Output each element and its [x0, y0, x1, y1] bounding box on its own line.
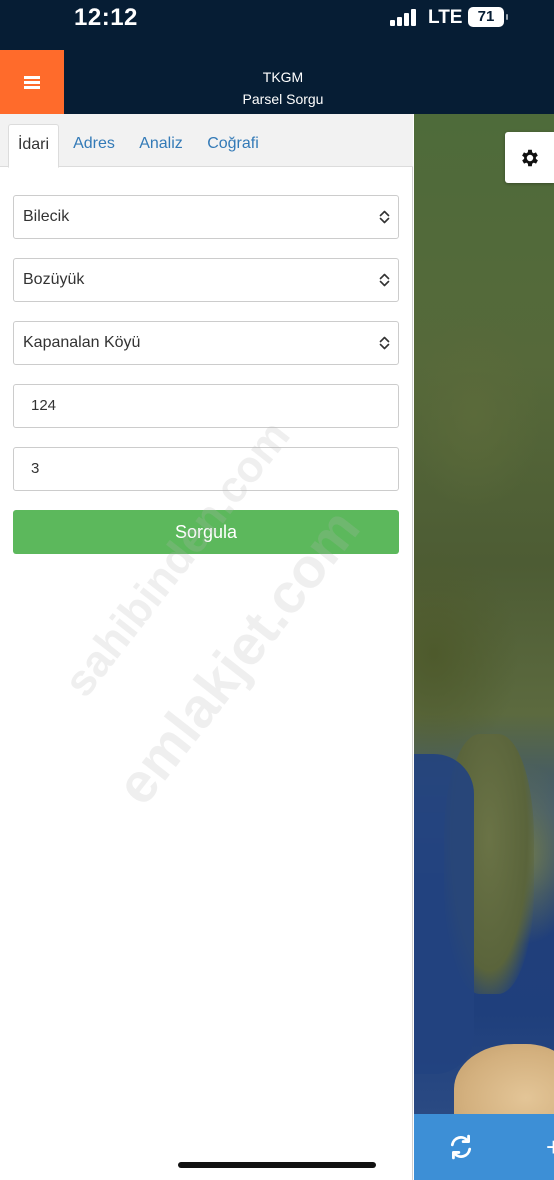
map-sea: [414, 754, 474, 1074]
province-select[interactable]: Bilecik: [13, 195, 399, 239]
refresh-icon[interactable]: [448, 1134, 474, 1160]
select-arrows-icon: [379, 210, 390, 224]
neighborhood-value: Kapanalan Köyü: [23, 334, 141, 351]
neighborhood-select[interactable]: Kapanalan Köyü: [13, 321, 399, 365]
tab-bar: İdari Adres Analiz Coğrafi: [0, 114, 413, 168]
status-bar: 12:12 LTE 71: [0, 0, 554, 50]
app-title: TKGM: [262, 69, 304, 85]
block-input[interactable]: 124: [13, 384, 399, 428]
status-time: 12:12: [74, 4, 138, 31]
home-indicator[interactable]: [178, 1162, 376, 1168]
hamburger-icon: [24, 75, 40, 89]
app-title-block: TKGM Parsel Sorgu: [180, 66, 386, 110]
query-panel: İdari Adres Analiz Coğrafi Bilecik Bozüy…: [0, 114, 413, 1180]
map-view[interactable]: [414, 114, 554, 1114]
signal-icon: [390, 9, 420, 26]
battery-icon: 71: [468, 7, 508, 27]
province-value: Bilecik: [23, 208, 70, 225]
gear-icon: [521, 149, 538, 166]
menu-button[interactable]: [0, 50, 64, 114]
battery-level: 71: [477, 8, 495, 25]
network-type: LTE: [428, 7, 463, 28]
select-arrows-icon: [379, 336, 390, 350]
app-subtitle: Parsel Sorgu: [242, 91, 324, 107]
settings-button[interactable]: [505, 132, 554, 183]
map-land: [454, 1044, 554, 1114]
app-header: TKGM Parsel Sorgu: [0, 50, 554, 114]
tab-idari[interactable]: İdari: [8, 124, 59, 168]
district-select[interactable]: Bozüyük: [13, 258, 399, 302]
tab-analiz[interactable]: Analiz: [132, 124, 190, 168]
plus-icon[interactable]: +: [546, 1134, 554, 1160]
map-toolbar: +: [414, 1114, 554, 1180]
tab-cografi[interactable]: Coğrafi: [200, 124, 266, 168]
tab-adres[interactable]: Adres: [66, 124, 122, 168]
district-value: Bozüyük: [23, 271, 85, 288]
select-arrows-icon: [379, 273, 390, 287]
